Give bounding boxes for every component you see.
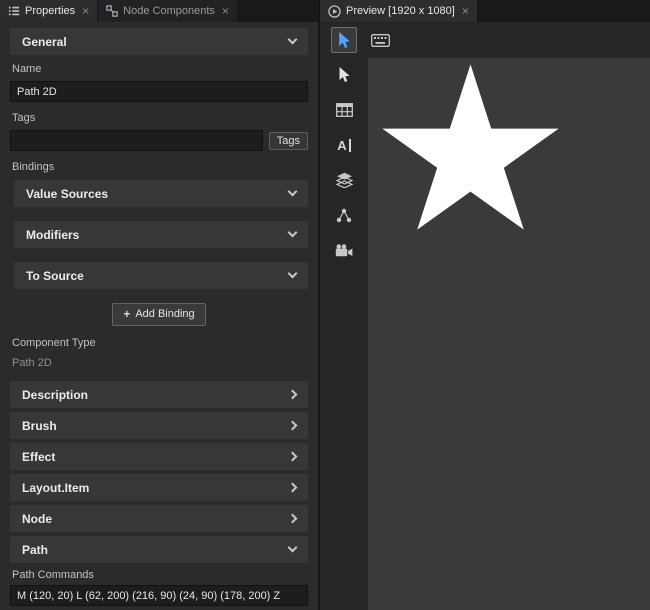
keyboard-icon (371, 34, 390, 47)
app-window: Properties × Node Components × General N… (0, 0, 650, 610)
text-tool-icon: A (337, 139, 350, 152)
section-to-source-label: To Source (26, 269, 84, 283)
section-path[interactable]: Path (10, 536, 308, 563)
section-modifiers-label: Modifiers (26, 228, 79, 242)
tags-input[interactable] (10, 130, 263, 151)
section-layout-item[interactable]: Layout.Item (10, 474, 308, 501)
camera-tool[interactable] (331, 237, 357, 263)
bindings-label: Bindings (12, 161, 306, 173)
section-brush[interactable]: Brush (10, 412, 308, 439)
chevron-down-icon (288, 35, 298, 45)
section-effect[interactable]: Effect (10, 443, 308, 470)
cursor-icon (337, 32, 352, 49)
name-input[interactable] (10, 81, 308, 102)
text-tool[interactable]: A (331, 132, 357, 158)
select-arrow-tool[interactable] (331, 62, 357, 88)
node-connections-tool[interactable] (331, 202, 357, 228)
arrow-pointer-icon (338, 67, 351, 83)
plus-icon: + (123, 307, 130, 321)
chevron-right-icon (288, 421, 298, 431)
tab-properties[interactable]: Properties × (0, 0, 98, 22)
chevron-down-icon (288, 543, 298, 553)
chevron-right-icon (288, 514, 298, 524)
keyboard-tool[interactable] (367, 27, 393, 53)
preview-side-toolbar: A (320, 58, 368, 610)
section-description-label: Description (22, 388, 88, 402)
section-general-label: General (22, 35, 67, 49)
name-label: Name (12, 63, 306, 75)
tab-node-components[interactable]: Node Components × (98, 0, 238, 22)
section-value-sources-label: Value Sources (26, 187, 108, 201)
section-effect-label: Effect (22, 450, 55, 464)
section-modifiers[interactable]: Modifiers (14, 221, 308, 248)
component-type-value: Path 2D (12, 357, 306, 369)
interaction-cursor-tool[interactable] (331, 27, 357, 53)
section-value-sources[interactable]: Value Sources (14, 180, 308, 207)
section-description[interactable]: Description (10, 381, 308, 408)
component-type-label: Component Type (12, 337, 306, 349)
chevron-right-icon (288, 390, 298, 400)
section-node[interactable]: Node (10, 505, 308, 532)
close-icon[interactable]: × (222, 5, 229, 17)
add-binding-label: Add Binding (135, 308, 194, 320)
preview-panel: Preview [1920 x 1080] × (320, 0, 650, 610)
preview-toolbar (320, 22, 650, 58)
tab-preview[interactable]: Preview [1920 x 1080] × (320, 0, 478, 22)
layers-tool[interactable] (331, 167, 357, 193)
properties-panel: Properties × Node Components × General N… (0, 0, 320, 610)
section-to-source[interactable]: To Source (14, 262, 308, 289)
add-binding-button[interactable]: + Add Binding (112, 303, 205, 326)
chevron-down-icon (288, 228, 298, 238)
tags-button[interactable]: Tags (269, 132, 308, 150)
properties-list-icon (8, 5, 20, 17)
tags-label: Tags (12, 112, 306, 124)
chevron-right-icon (288, 452, 298, 462)
star-graphic (368, 58, 581, 248)
path-commands-label: Path Commands (12, 569, 306, 581)
section-brush-label: Brush (22, 419, 57, 433)
tab-properties-label: Properties (25, 5, 75, 17)
left-tabbar: Properties × Node Components × (0, 0, 318, 22)
section-general[interactable]: General (10, 28, 308, 55)
close-icon[interactable]: × (462, 5, 469, 17)
section-node-label: Node (22, 512, 52, 526)
layers-icon (336, 172, 353, 188)
node-components-icon (106, 5, 118, 17)
section-path-label: Path (22, 543, 48, 557)
chevron-right-icon (288, 483, 298, 493)
close-icon[interactable]: × (82, 5, 89, 17)
table-icon (336, 103, 353, 117)
star-shape (382, 64, 558, 229)
preview-body: A (320, 58, 650, 610)
play-icon (328, 5, 341, 18)
preview-tabbar: Preview [1920 x 1080] × (320, 0, 650, 22)
chevron-down-icon (288, 187, 298, 197)
tab-preview-label: Preview [1920 x 1080] (346, 5, 455, 17)
tab-node-components-label: Node Components (123, 5, 215, 17)
chevron-down-icon (288, 269, 298, 279)
share-nodes-icon (336, 208, 352, 223)
properties-panel-body: General Name Tags Tags Bindings Value So… (0, 22, 318, 610)
camera-icon (335, 244, 353, 257)
tags-row: Tags (10, 130, 308, 151)
grid-table-tool[interactable] (331, 97, 357, 123)
path-commands-input[interactable] (10, 585, 308, 606)
section-layout-item-label: Layout.Item (22, 481, 89, 495)
preview-canvas[interactable] (368, 58, 650, 610)
